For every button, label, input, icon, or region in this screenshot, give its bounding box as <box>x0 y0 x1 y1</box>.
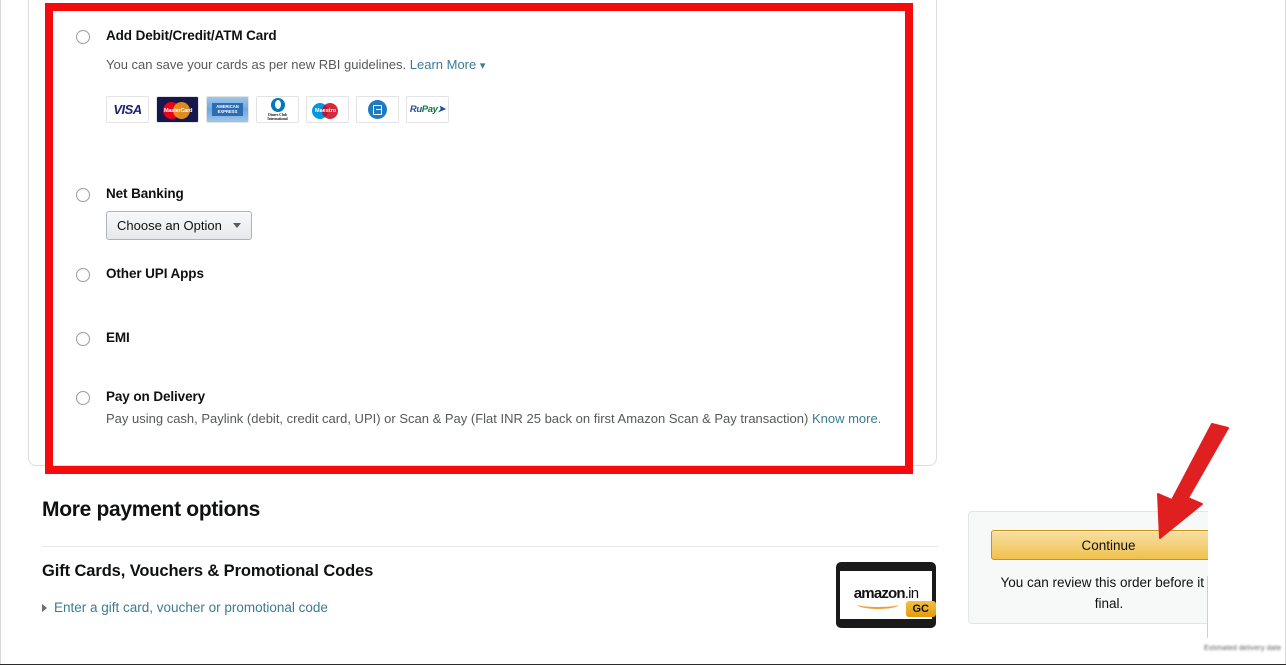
radio-add-card[interactable] <box>76 30 90 44</box>
giftcard-tld: .in <box>904 584 919 602</box>
order-summary-panel: Continue You can review this order befor… <box>968 511 1247 624</box>
mastercard-logo: MasterCard <box>156 96 199 123</box>
rupay-logo: RuPay➤ <box>406 96 449 123</box>
continue-button[interactable]: Continue <box>991 530 1226 560</box>
maestro-logo: Maestro <box>306 96 349 123</box>
gift-cards-heading: Gift Cards, Vouchers & Promotional Codes <box>42 562 374 580</box>
checkout-payment-page: Add Debit/Credit/ATM Card You can save y… <box>0 0 1286 665</box>
radio-other-upi[interactable] <box>76 268 90 282</box>
chevron-down-icon[interactable]: ▾ <box>480 60 486 72</box>
gift-card-expander-label: Enter a gift card, voucher or promotiona… <box>54 600 328 615</box>
giftcard-brand: amazon <box>853 584 906 602</box>
visa-logo: VISA <box>106 96 149 123</box>
net-banking-selected-value: Choose an Option <box>117 218 222 233</box>
more-payment-options-heading: More payment options <box>42 498 261 521</box>
radio-net-banking[interactable] <box>76 188 90 202</box>
radio-emi[interactable] <box>76 332 90 346</box>
amazon-gift-card-image: amazon.in GC <box>836 562 936 628</box>
bhim-upi-logo <box>356 96 399 123</box>
payment-option-label: Net Banking <box>106 186 184 201</box>
radio-pay-on-delivery[interactable] <box>76 391 90 405</box>
payment-option-label: Other UPI Apps <box>106 266 204 281</box>
payment-option-label: Pay on Delivery <box>106 389 206 404</box>
learn-more-link[interactable]: Learn More <box>410 57 476 72</box>
pod-description-text: Pay using cash, Paylink (debit, credit c… <box>106 411 809 426</box>
know-more-link[interactable]: Know more. <box>812 411 881 426</box>
net-banking-select[interactable]: Choose an Option <box>106 211 252 240</box>
viewport-left-edge <box>0 0 1 665</box>
section-divider <box>42 546 938 547</box>
payment-option-label: EMI <box>106 330 130 345</box>
add-card-description: You can save your cards as per new RBI g… <box>106 55 485 76</box>
pay-on-delivery-description: Pay using cash, Paylink (debit, credit c… <box>106 409 911 428</box>
amazon-smile-icon <box>857 600 899 609</box>
giftcard-gc-badge: GC <box>905 601 936 617</box>
order-review-note: You can review this order before it is f… <box>1000 575 1218 611</box>
american-express-logo: AMERICAN EXPRESS <box>206 96 249 123</box>
chevron-down-icon <box>233 223 241 228</box>
diners-club-logo: Diners Club International <box>256 96 299 123</box>
payment-option-label: Add Debit/Credit/ATM Card <box>106 28 277 43</box>
card-network-logos: VISA MasterCard AMERICAN EXPRESS Diners C… <box>106 96 449 123</box>
panel-edge-line <box>1207 576 1208 638</box>
chevron-right-icon <box>42 603 47 612</box>
blurred-footer-text: Estimated delivery date <box>1204 645 1282 652</box>
panel-right-mask <box>1208 511 1248 624</box>
rbi-guidelines-text: You can save your cards as per new RBI g… <box>106 57 407 72</box>
gift-card-expander[interactable]: Enter a gift card, voucher or promotiona… <box>42 600 328 615</box>
